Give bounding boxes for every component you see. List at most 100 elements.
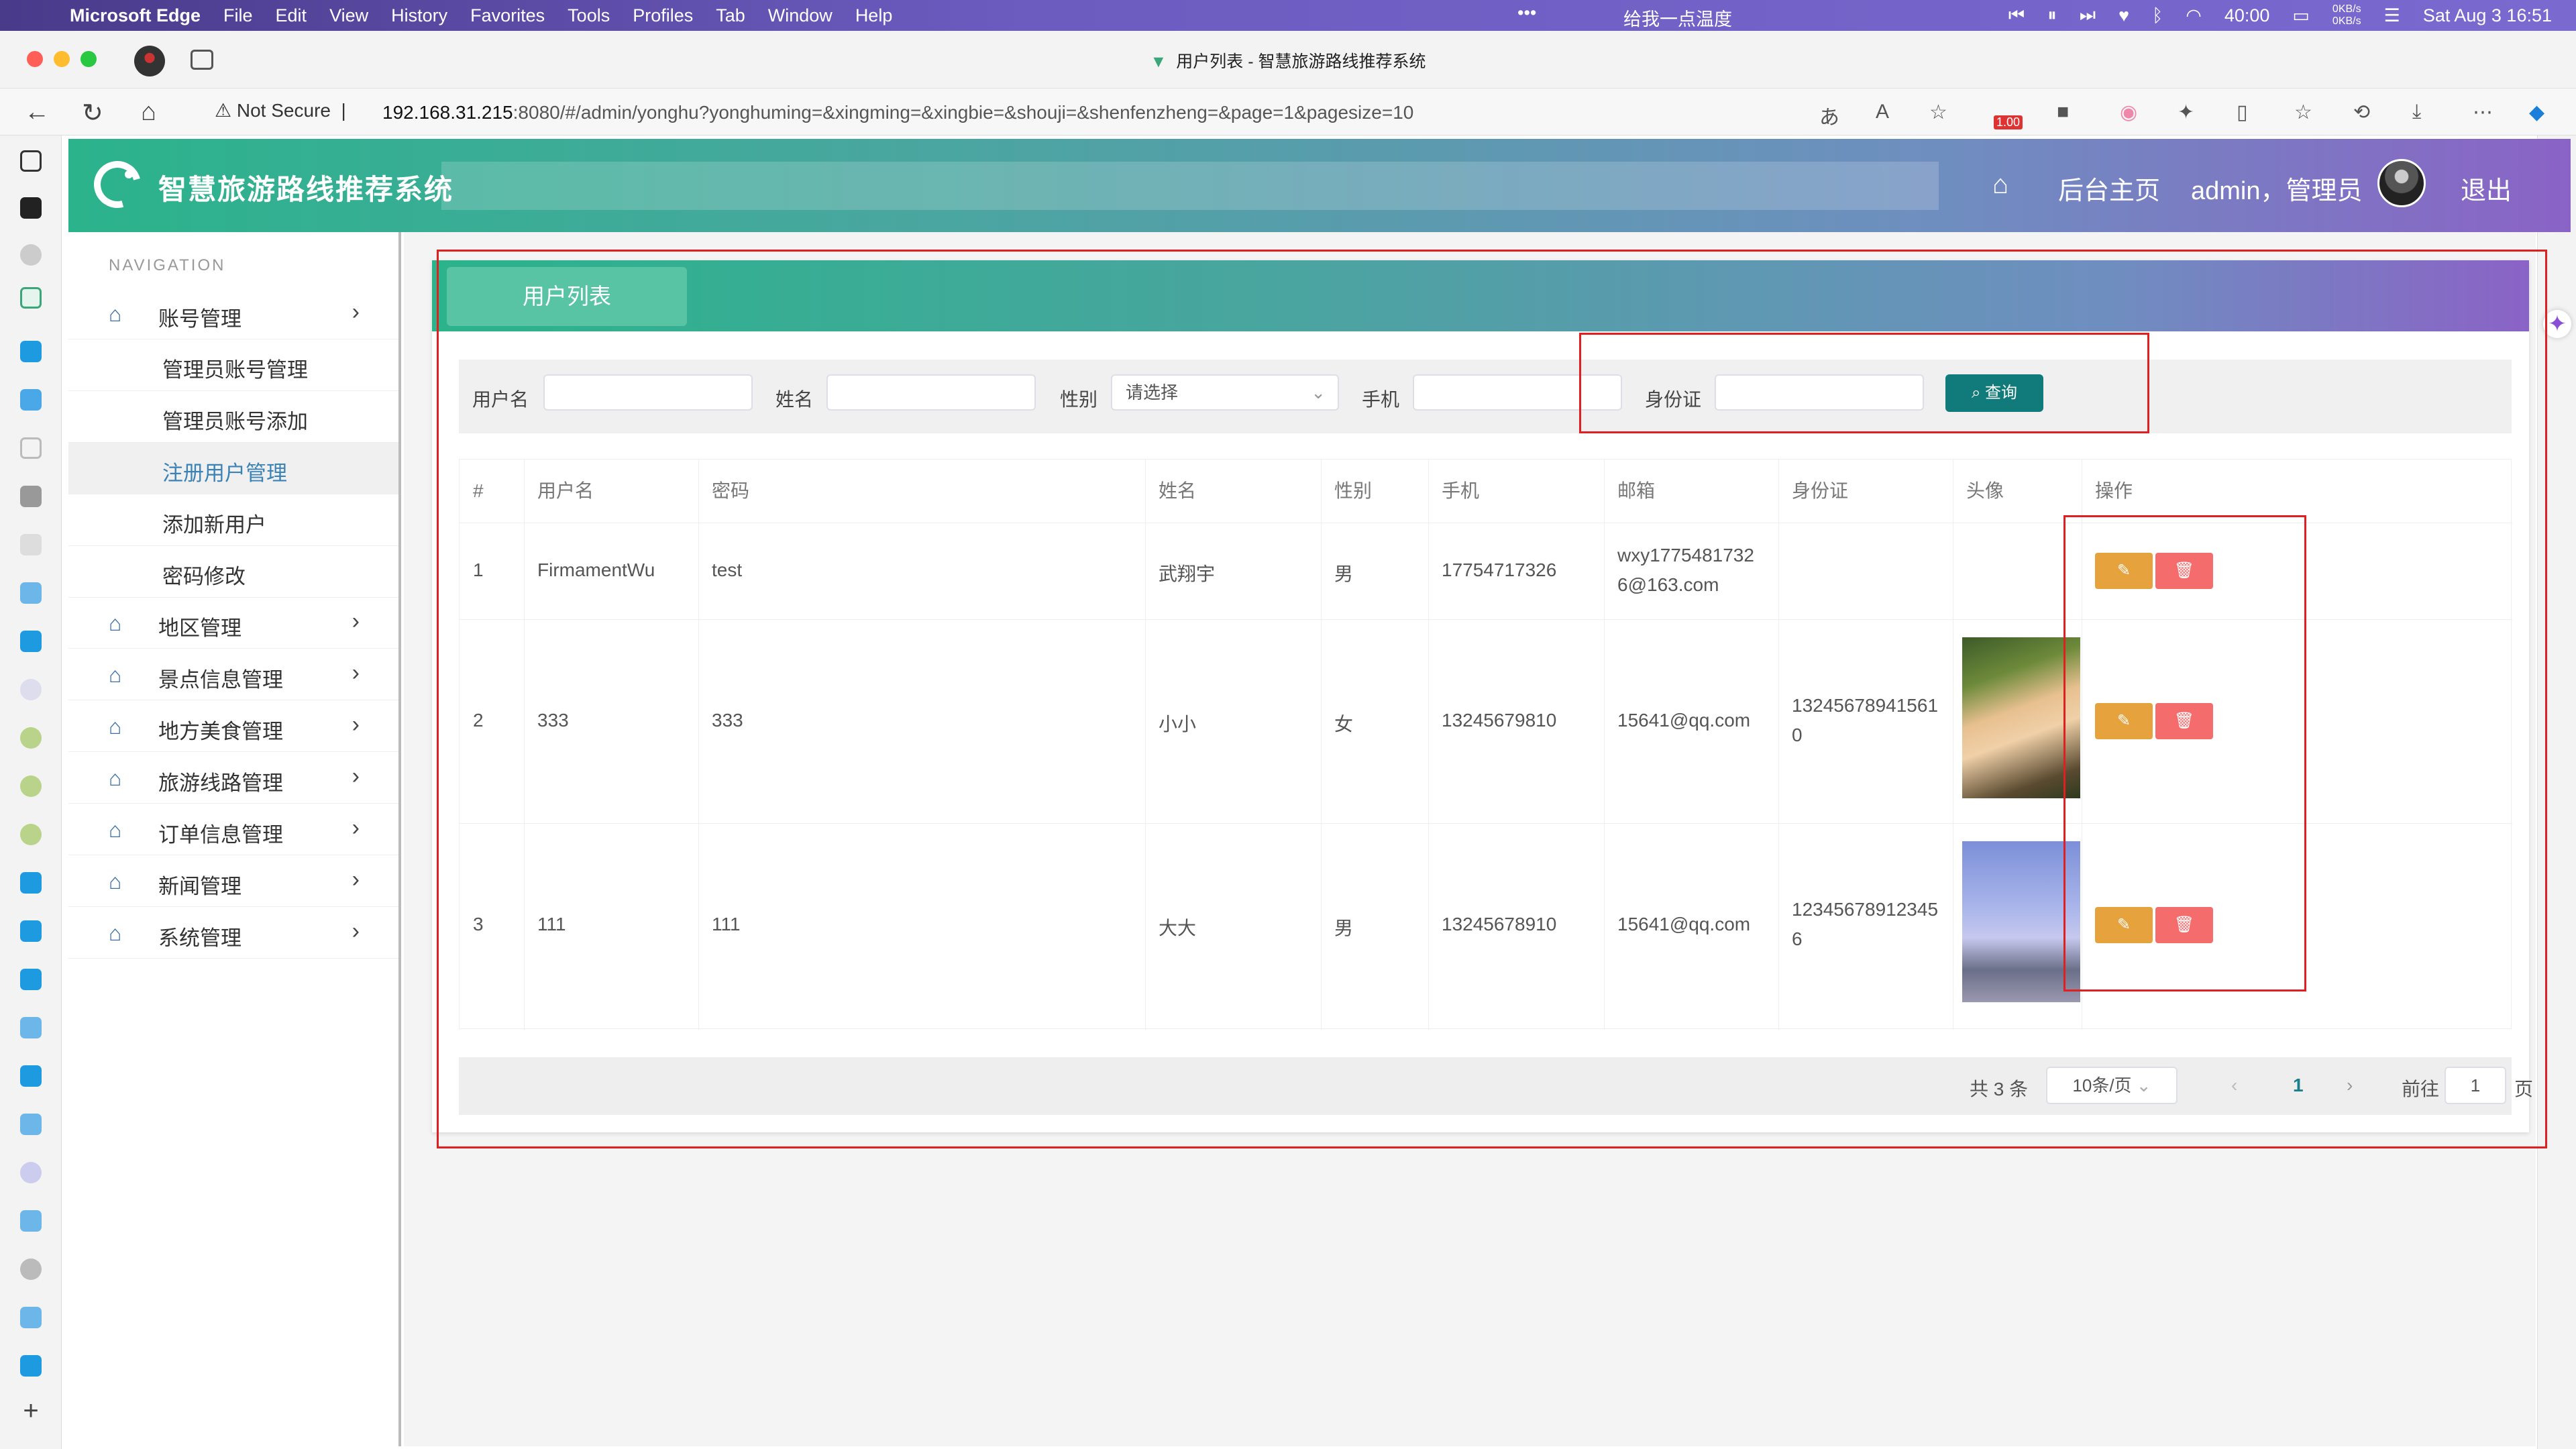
- refresh-icon[interactable]: ↻: [82, 98, 103, 128]
- bilibili-tab-icon[interactable]: [20, 1307, 42, 1328]
- sidebar-item-food[interactable]: ⌂ 地方美食管理 ›: [68, 701, 398, 752]
- tab-icon-3[interactable]: [20, 244, 42, 266]
- tab-icon-13[interactable]: [20, 727, 42, 749]
- history-icon[interactable]: ⟲: [2353, 101, 2370, 124]
- control-center-icon[interactable]: ☰: [2384, 5, 2400, 26]
- menu-view[interactable]: View: [329, 5, 368, 26]
- app-logo-dot: [125, 170, 133, 178]
- bilibili-tab-icon[interactable]: [20, 341, 42, 362]
- sidebar-sub-add-user[interactable]: 添加新用户: [68, 494, 398, 546]
- media-next-icon[interactable]: ⏭: [2080, 5, 2096, 26]
- tab-icon-12[interactable]: [20, 679, 42, 700]
- download-icon[interactable]: ⤓: [2412, 101, 2421, 123]
- read-aloud-icon[interactable]: A: [1876, 101, 1889, 123]
- back-icon[interactable]: ←: [24, 98, 50, 127]
- bilibili-tab-icon[interactable]: [20, 872, 42, 894]
- extension-pig-icon[interactable]: ◉: [2120, 101, 2137, 124]
- menu-history[interactable]: History: [391, 5, 447, 26]
- menu-help[interactable]: Help: [855, 5, 893, 26]
- extension-badge[interactable]: 1.00: [1994, 115, 2023, 129]
- home-icon[interactable]: ⌂: [1992, 170, 2008, 200]
- os-menubar: Microsoft Edge File Edit View History Fa…: [0, 0, 2576, 31]
- menu-file[interactable]: File: [223, 5, 253, 26]
- menu-tools[interactable]: Tools: [568, 5, 610, 26]
- menu-tab[interactable]: Tab: [716, 5, 745, 26]
- now-playing-text: 给我一点温度: [1623, 9, 1732, 30]
- timer-readout[interactable]: 40:00: [2224, 5, 2270, 26]
- chevron-right-icon: ›: [352, 712, 360, 737]
- tab-icon-2[interactable]: [20, 197, 42, 219]
- tab-icon-9[interactable]: [20, 534, 42, 555]
- active-tab[interactable]: ▼ 用户列表 - 智慧旅游路线推荐系统: [0, 48, 2576, 72]
- media-pause-icon[interactable]: ⏸: [2047, 5, 2057, 26]
- bluetooth-icon[interactable]: ᛒ: [2152, 5, 2163, 26]
- split-screen-icon[interactable]: ▯: [2237, 101, 2248, 124]
- tab-icon-22[interactable]: [20, 1162, 42, 1183]
- more-dots-icon[interactable]: •••: [1517, 3, 1536, 23]
- logout-link[interactable]: 退出: [2461, 170, 2512, 207]
- sidebar-item-label: 旅游线路管理: [158, 771, 283, 795]
- sidebar-item-orders[interactable]: ⌂ 订单信息管理 ›: [68, 804, 398, 855]
- copilot-spark-icon[interactable]: ✦: [2543, 310, 2571, 338]
- extension-icon[interactable]: ■: [2057, 101, 2069, 123]
- menu-window[interactable]: Window: [768, 5, 833, 26]
- clock: Sat Aug 3 16:51: [2422, 5, 2552, 25]
- battery-icon[interactable]: ▭: [2292, 5, 2310, 26]
- wifi-icon[interactable]: ◠: [2186, 5, 2202, 26]
- sidebar-item-scenic[interactable]: ⌂ 景点信息管理 ›: [68, 649, 398, 700]
- bilibili-tab-icon[interactable]: [20, 582, 42, 604]
- sidebar-item-label: 景点信息管理: [158, 668, 283, 692]
- chevron-right-icon: ›: [352, 660, 360, 686]
- tab-icon-8[interactable]: [20, 486, 42, 507]
- menu-favorites[interactable]: Favorites: [470, 5, 545, 26]
- tab-icon-14[interactable]: [20, 775, 42, 797]
- bilibili-tab-icon[interactable]: [20, 1114, 42, 1135]
- extensions-puzzle-icon[interactable]: ✦: [2178, 101, 2194, 124]
- user-avatar[interactable]: [2377, 159, 2426, 207]
- collections-icon[interactable]: ☆: [2294, 101, 2312, 124]
- tab-icon-active[interactable]: [20, 287, 42, 309]
- sidebar: NAVIGATION ⌂ 账号管理 › 管理员账号管理 管理员账号添加 注册用户…: [68, 232, 401, 1446]
- sidebar-sub-admin-accounts[interactable]: 管理员账号管理: [68, 339, 398, 391]
- apple-tab-icon[interactable]: [20, 1258, 42, 1280]
- bilibili-tab-icon[interactable]: [20, 631, 42, 652]
- heart-icon[interactable]: ♥: [2118, 5, 2129, 26]
- bilibili-tab-icon[interactable]: [20, 969, 42, 990]
- new-tab-plus-icon[interactable]: +: [20, 1397, 42, 1424]
- house-icon: ⌂: [109, 663, 122, 687]
- house-icon: ⌂: [109, 302, 122, 326]
- more-menu-icon[interactable]: ⋯: [2473, 101, 2493, 124]
- backend-home-link[interactable]: 后台主页: [2058, 170, 2160, 207]
- sidebar-item-account[interactable]: ⌂ 账号管理 ›: [68, 288, 398, 339]
- sidebar-item-region[interactable]: ⌂ 地区管理 ›: [68, 598, 398, 649]
- bilibili-tab-icon[interactable]: [20, 1355, 42, 1377]
- url-field[interactable]: 192.168.31.215:8080/#/admin/yonghu?yongh…: [382, 102, 1413, 123]
- bilibili-tab-icon[interactable]: [20, 1065, 42, 1087]
- bilibili-tab-icon[interactable]: [20, 1017, 42, 1038]
- doc-tab-icon[interactable]: [20, 437, 42, 459]
- media-prev-icon[interactable]: ⏮: [2008, 5, 2025, 26]
- sidebar-item-label: 地区管理: [158, 616, 241, 640]
- translate-icon[interactable]: あ: [1819, 101, 1839, 130]
- sidebar-item-system[interactable]: ⌂ 系统管理 ›: [68, 908, 398, 959]
- copilot-icon[interactable]: ◆: [2529, 101, 2544, 124]
- favorite-star-icon[interactable]: ☆: [1929, 101, 1947, 124]
- sidebar-item-news[interactable]: ⌂ 新闻管理 ›: [68, 856, 398, 907]
- zhihu-tab-icon[interactable]: [20, 389, 42, 411]
- sidebar-sub-password[interactable]: 密码修改: [68, 546, 398, 598]
- menu-edit[interactable]: Edit: [276, 5, 307, 26]
- sidebar-sub-registered-users[interactable]: 注册用户管理: [68, 443, 398, 494]
- tab-icon-15[interactable]: [20, 824, 42, 845]
- home-icon[interactable]: ⌂: [141, 98, 156, 127]
- address-bar-row: ← ↻ ⌂ ⚠ Not Secure | 192.168.31.215:8080…: [0, 89, 2576, 136]
- sidebar-sub-admin-add[interactable]: 管理员账号添加: [68, 391, 398, 443]
- vue-logo-icon: ▼: [1150, 52, 1167, 71]
- security-indicator[interactable]: ⚠ Not Secure |: [215, 99, 346, 121]
- sidebar-sub-label: 管理员账号添加: [162, 410, 308, 433]
- bilibili-tab-icon[interactable]: [20, 1210, 42, 1232]
- menu-profiles[interactable]: Profiles: [633, 5, 693, 26]
- app-menu[interactable]: Microsoft Edge: [70, 5, 201, 26]
- tab-icon-1[interactable]: [20, 150, 42, 172]
- bilibili-tab-icon[interactable]: [20, 920, 42, 942]
- sidebar-item-routes[interactable]: ⌂ 旅游线路管理 ›: [68, 753, 398, 804]
